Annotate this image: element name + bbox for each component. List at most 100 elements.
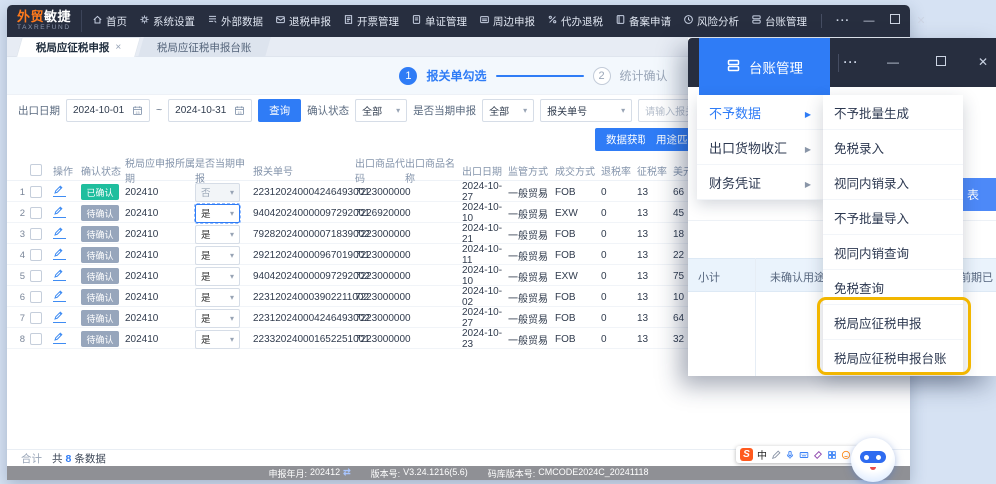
maximize-button[interactable] <box>882 5 908 37</box>
select-all-checkbox[interactable] <box>30 164 42 176</box>
submenu-item[interactable]: 税局应征税申报台账 <box>823 340 963 375</box>
calendar-icon: 15 <box>132 105 143 116</box>
confirm-status-select[interactable]: 全部 <box>355 98 408 122</box>
submenu-item[interactable]: 税局应征税申报 <box>823 305 963 340</box>
row-checkbox[interactable] <box>30 207 42 219</box>
nav-item-label: 退税申报 <box>289 15 332 28</box>
current-period-row-select[interactable]: 是 <box>195 245 240 265</box>
period-cell: 202410 <box>125 249 159 261</box>
edit-pencil-icon[interactable] <box>53 184 66 197</box>
declaration-no-cell: 792820240000071839002 <box>253 228 370 240</box>
nav-item-external-data[interactable]: 外部数据 <box>201 5 269 37</box>
row-checkbox[interactable] <box>30 270 42 282</box>
sogou-logo[interactable]: S <box>740 448 753 461</box>
current-period-row-select[interactable]: 否 <box>195 182 240 202</box>
edit-pencil-icon[interactable] <box>53 247 66 260</box>
submenu-item[interactable]: 免税录入 <box>823 130 963 165</box>
submenu-item[interactable]: 不予批量生成 <box>823 95 963 130</box>
row-checkbox[interactable] <box>30 249 42 261</box>
more-menu-button[interactable] <box>830 5 856 37</box>
mic-icon[interactable] <box>785 450 795 460</box>
grid-icon[interactable] <box>827 450 837 460</box>
menu-item[interactable]: 不予数据 <box>697 95 823 130</box>
current-period-row-select[interactable]: 是 <box>195 287 240 307</box>
current-period-row-select[interactable]: 是 <box>194 202 241 224</box>
menu-item[interactable]: 财务凭证 <box>697 165 823 200</box>
nav-item-tax-refund[interactable]: 退税申报 <box>269 5 337 37</box>
status-badge: 待确认 <box>81 331 119 347</box>
row-checkbox[interactable] <box>30 228 42 240</box>
smiley-icon[interactable] <box>841 450 851 460</box>
current-period-row-select[interactable]: 是 <box>195 329 240 349</box>
export-date-cell: 2024-10-11 <box>462 244 503 266</box>
minimize-button[interactable] <box>856 5 882 37</box>
row-checkbox[interactable] <box>30 333 42 345</box>
ime-language-mode[interactable]: 中 <box>757 447 767 462</box>
nav-item-percent[interactable]: 代办退税 <box>541 5 609 37</box>
nav-item-clock[interactable]: 风险分析 <box>677 5 745 37</box>
nav-item-ledger[interactable]: 台账管理 <box>745 5 813 37</box>
row-checkbox[interactable] <box>30 291 42 303</box>
nav-item-gear[interactable]: 系统设置 <box>133 5 201 37</box>
current-period-row-select[interactable]: 是 <box>195 224 240 244</box>
menu-item[interactable]: 出口货物收汇 <box>697 130 823 165</box>
swap-icon[interactable] <box>343 467 351 480</box>
tab-close-icon[interactable] <box>115 42 121 53</box>
submenu-item[interactable]: 视同内销录入 <box>823 165 963 200</box>
refund-rate-cell: 0 <box>601 270 607 282</box>
search-button[interactable]: 查询 <box>258 98 302 122</box>
nav-item-mail[interactable]: 周边申报 <box>473 5 541 37</box>
assistant-robot-icon[interactable] <box>851 438 895 482</box>
robot-mouth <box>870 467 876 470</box>
nav-item-document[interactable]: 单证管理 <box>405 5 473 37</box>
current-period-label: 是否当期申报 <box>413 104 477 117</box>
chevron-down-icon <box>230 271 234 282</box>
current-period-row-select[interactable]: 是 <box>195 266 240 286</box>
version-value: V3.24.1216(5.6) <box>403 466 468 477</box>
edit-pencil-icon[interactable] <box>53 310 66 323</box>
nav-item-home[interactable]: 首页 <box>86 5 133 37</box>
submenu-item[interactable]: 视同内销查询 <box>823 235 963 270</box>
date-to-input[interactable]: 2024-10-31 15 <box>168 98 253 122</box>
maximize-button[interactable] <box>928 38 954 87</box>
edit-pencil-icon[interactable] <box>53 331 66 344</box>
close-button[interactable] <box>908 5 934 37</box>
date-from-input[interactable]: 2024-10-01 15 <box>66 98 150 122</box>
svg-text:15: 15 <box>135 110 139 114</box>
export-date-cell: 2024-10-10 <box>462 265 503 287</box>
row-number: 1 <box>19 186 25 198</box>
declaration-type-select[interactable]: 报关单号 <box>540 98 633 122</box>
refund-rate-cell: 0 <box>601 249 607 261</box>
export-date-cell: 2024-10-23 <box>462 328 503 350</box>
submenu-item[interactable]: 免税查询 <box>823 270 963 305</box>
pen-icon[interactable] <box>771 450 781 460</box>
period-cell: 202410 <box>125 207 159 219</box>
report-button-fragment[interactable]: 表 <box>962 178 996 211</box>
row-checkbox[interactable] <box>30 312 42 324</box>
current-period-row-select[interactable]: 是 <box>195 308 240 328</box>
minimize-button[interactable] <box>880 38 906 87</box>
nav-item-invoice[interactable]: 开票管理 <box>337 5 405 37</box>
current-period-select[interactable]: 全部 <box>482 98 535 122</box>
edit-pencil-icon[interactable] <box>53 205 66 218</box>
submenu-item[interactable]: 不予批量导入 <box>823 200 963 235</box>
toolbox-icon[interactable] <box>813 450 823 460</box>
keyboard-icon[interactable] <box>799 450 809 460</box>
step-2-circle: 2 <box>592 66 611 85</box>
tax-rate-cell: 13 <box>637 228 649 240</box>
nav-item-book[interactable]: 备案申请 <box>609 5 677 37</box>
column-header: 报关单号 <box>253 166 293 178</box>
ledger-menu-button[interactable]: 台账管理 <box>699 38 830 95</box>
subtotal-header: 小计 <box>698 272 720 284</box>
close-button[interactable] <box>970 38 996 87</box>
tab-tax-declaration[interactable]: 税局应征税申报 <box>16 37 142 57</box>
more-menu-button[interactable] <box>838 38 864 87</box>
incoterm-cell: EXW <box>555 270 578 282</box>
edit-pencil-icon[interactable] <box>53 289 66 302</box>
declaration-no-cell: 223120240003902211002 <box>253 291 370 303</box>
tab-tax-declaration-ledger[interactable]: 税局应征税申报台账 <box>138 37 271 57</box>
edit-pencil-icon[interactable] <box>53 268 66 281</box>
row-checkbox[interactable] <box>30 186 42 198</box>
current-period-value: 是 <box>201 314 211 325</box>
edit-pencil-icon[interactable] <box>53 226 66 239</box>
